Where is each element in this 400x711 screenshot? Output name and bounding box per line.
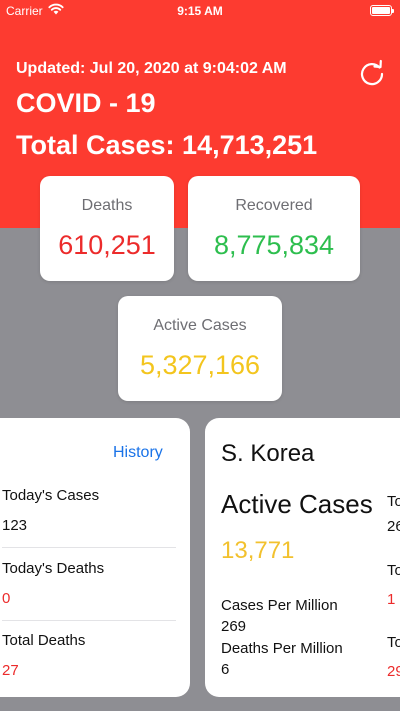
country-active-cases-value: 13,771 [221,537,295,564]
row-divider [2,620,176,621]
page-title: COVID - 19 [16,88,156,118]
active-cases-value: 5,327,166 [139,350,261,380]
peek-value-3: 29 [387,663,400,680]
row-divider [2,547,176,548]
cases-per-million-label: Cases Per Million [221,597,338,614]
todays-cases-label: Today's Cases [2,487,100,504]
active-cases-label: Active Cases [153,317,247,334]
todays-deaths-label: Today's Deaths [2,560,105,577]
todays-deaths-value: 0 [2,590,11,607]
country-name: S. Korea [221,440,315,467]
updated-timestamp: Updated: Jul 20, 2020 at 9:04:02 AM [16,60,287,77]
status-bar: Carrier 9:15 AM [0,0,400,22]
active-cases-card: Active Cases 5,327,166 [118,296,282,401]
recovered-card: Recovered 8,775,834 [188,176,360,281]
cases-per-million-value: 269 [221,618,247,635]
peek-label-1: To [387,493,400,510]
deaths-value: 610,251 [58,230,156,260]
peek-label-2: To [387,562,400,579]
battery-icon [370,5,394,16]
peek-value-2: 1 [387,591,396,608]
recovered-label: Recovered [235,197,313,214]
total-cases: Total Cases: 14,713,251 [16,130,318,160]
clock: 9:15 AM [177,4,223,18]
peek-label-3: To [387,634,400,651]
global-detail-panel[interactable]: History Today's Cases 123 Today's Deaths… [0,418,190,697]
refresh-icon[interactable] [357,58,387,93]
history-link[interactable]: History [113,444,163,462]
deaths-card: Deaths 610,251 [40,176,174,281]
country-detail-panel[interactable]: S. Korea Active Cases 13,771 Cases Per M… [205,418,400,697]
country-active-cases-label: Active Cases [221,489,373,519]
recovered-value: 8,775,834 [213,230,335,260]
deaths-per-million-label: Deaths Per Million [221,640,343,657]
todays-cases-value: 123 [2,517,28,534]
deaths-per-million-value: 6 [221,661,230,678]
total-deaths-label: Total Deaths [2,632,86,649]
peek-value-1: 26 [387,518,400,535]
total-deaths-value: 27 [2,662,19,679]
deaths-label: Deaths [81,197,133,214]
